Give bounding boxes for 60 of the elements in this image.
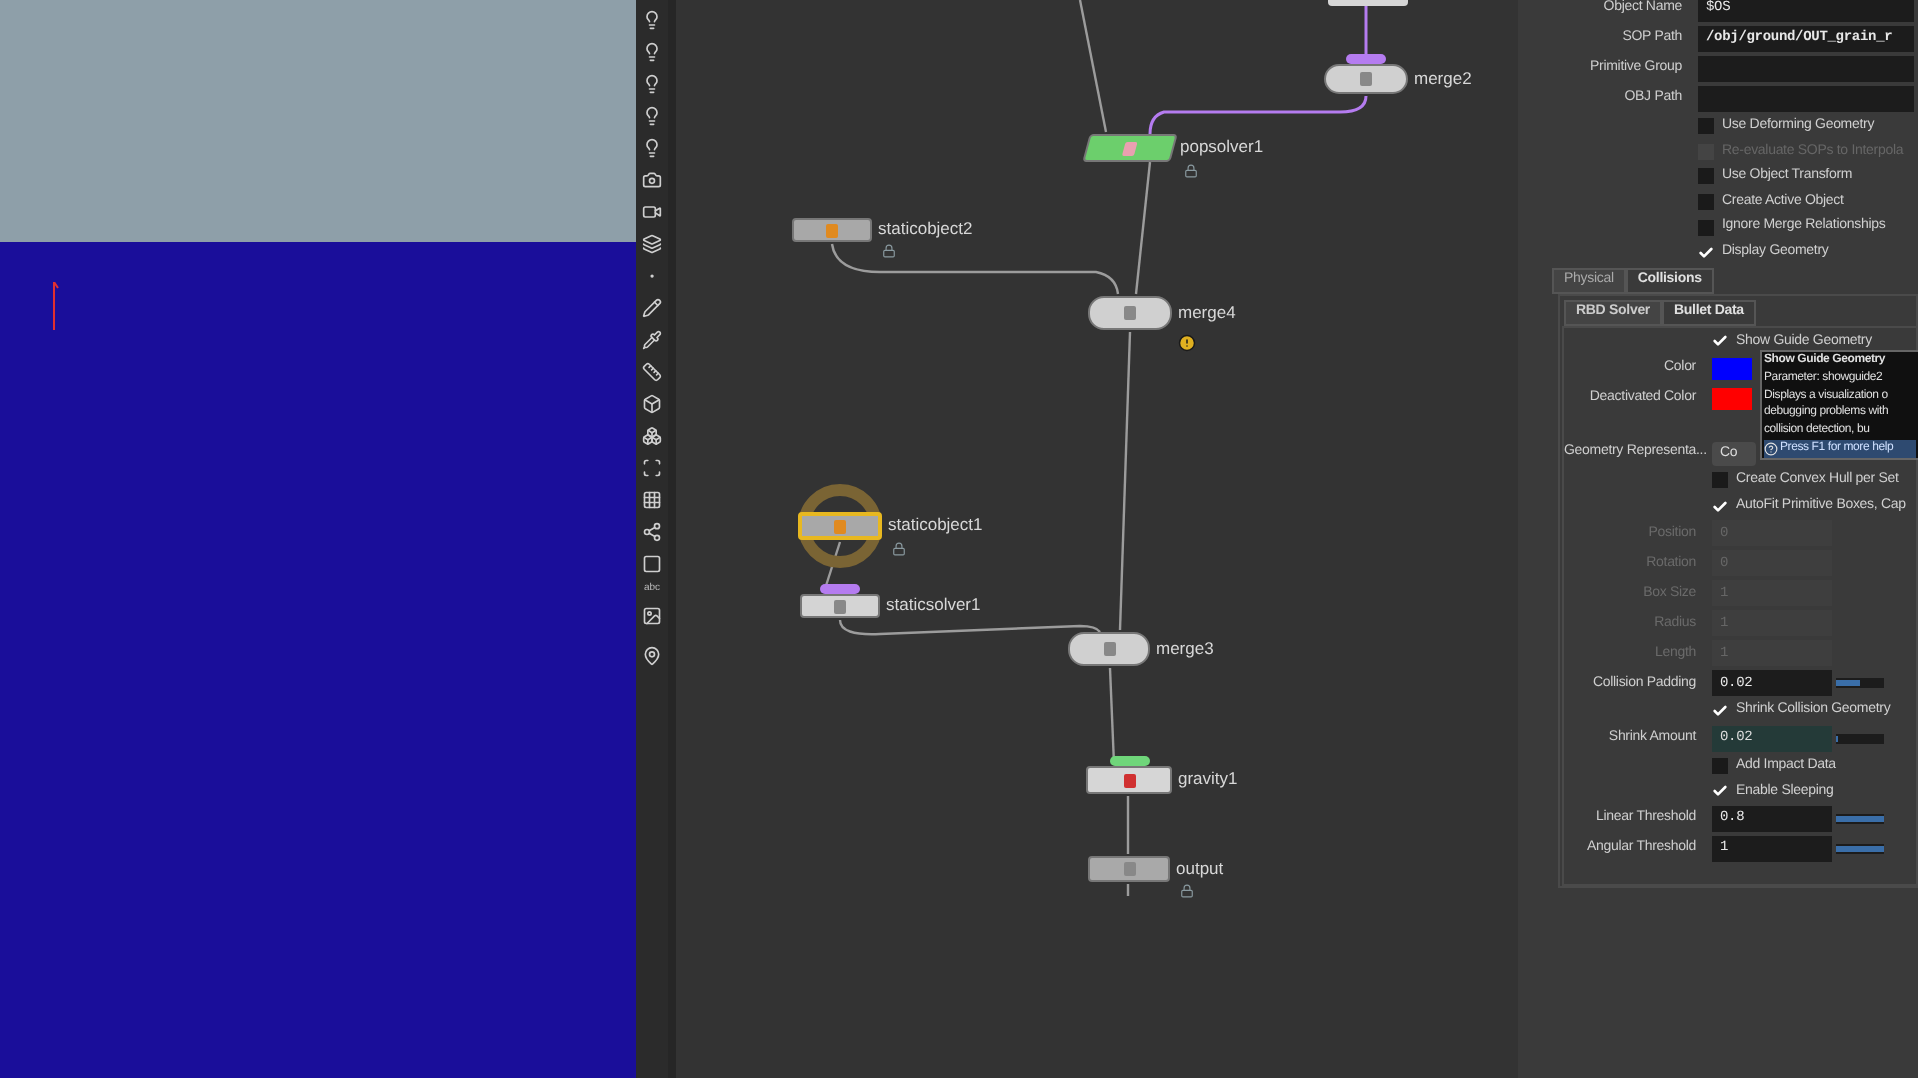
node[interactable] [1088, 856, 1170, 882]
node-label: staticobject2 [878, 220, 973, 237]
node-label: merge4 [1178, 303, 1236, 320]
checkbox[interactable] [1698, 118, 1714, 135]
node[interactable] [1324, 64, 1408, 94]
cube-icon[interactable] [642, 394, 662, 414]
node-label: staticsolver1 [886, 596, 981, 613]
checkbox[interactable] [1698, 168, 1714, 185]
checkbox[interactable] [1712, 472, 1728, 489]
checkbox[interactable] [1712, 758, 1728, 775]
lightbulb-icon[interactable] [642, 10, 662, 30]
color-swatch[interactable] [1712, 388, 1752, 411]
node-icon [1122, 141, 1138, 155]
checkbox[interactable] [1698, 194, 1714, 211]
cubes-icon[interactable] [642, 426, 662, 446]
slider-track[interactable] [1836, 678, 1884, 689]
node-label: popsolver1 [1180, 138, 1264, 155]
pipette-icon[interactable] [642, 330, 662, 350]
lightbulb-icon[interactable] [642, 106, 662, 126]
node-icon [1124, 306, 1136, 320]
node-icon [1123, 773, 1135, 787]
node-icon [834, 519, 846, 533]
node-label: output [1176, 859, 1224, 876]
lightbulb-icon[interactable] [642, 138, 662, 158]
node-label: staticobject1 [888, 516, 983, 533]
help-icon [1764, 441, 1778, 456]
input-field[interactable] [1698, 86, 1914, 112]
node[interactable] [1088, 296, 1172, 330]
node-icon [1103, 642, 1115, 656]
node[interactable] [1068, 632, 1150, 666]
node-label: gravity1 [1178, 770, 1238, 787]
input-field[interactable] [1698, 56, 1914, 82]
node-icon [826, 223, 838, 237]
image-icon[interactable] [642, 605, 662, 625]
ruler-icon[interactable] [642, 362, 662, 382]
camera-icon[interactable] [642, 170, 662, 190]
node[interactable] [1086, 766, 1172, 794]
lightbulb-icon[interactable] [642, 42, 662, 62]
node[interactable] [792, 218, 872, 242]
node-icon [834, 599, 846, 613]
corner-frame-icon[interactable] [642, 458, 662, 478]
checkbox[interactable] [1698, 219, 1714, 236]
video-camera-icon[interactable] [642, 202, 662, 222]
pencil-icon[interactable] [642, 298, 662, 318]
node[interactable] [800, 594, 880, 618]
grid-icon[interactable] [642, 490, 662, 510]
marker-drawing [48, 282, 60, 334]
layers-icon[interactable] [642, 234, 662, 254]
node-label: merge3 [1156, 639, 1214, 656]
node-label: merge2 [1414, 69, 1472, 86]
color-swatch[interactable] [1712, 358, 1752, 381]
lightbulb-icon[interactable] [642, 74, 662, 94]
node-icon [1123, 862, 1135, 876]
branch-icon[interactable] [642, 522, 662, 542]
node[interactable] [1082, 134, 1178, 162]
slider-track[interactable] [1836, 733, 1884, 744]
pin-icon[interactable] [642, 645, 662, 665]
node[interactable] [798, 512, 882, 540]
node-icon [1360, 72, 1372, 86]
square-icon[interactable] [642, 554, 662, 574]
